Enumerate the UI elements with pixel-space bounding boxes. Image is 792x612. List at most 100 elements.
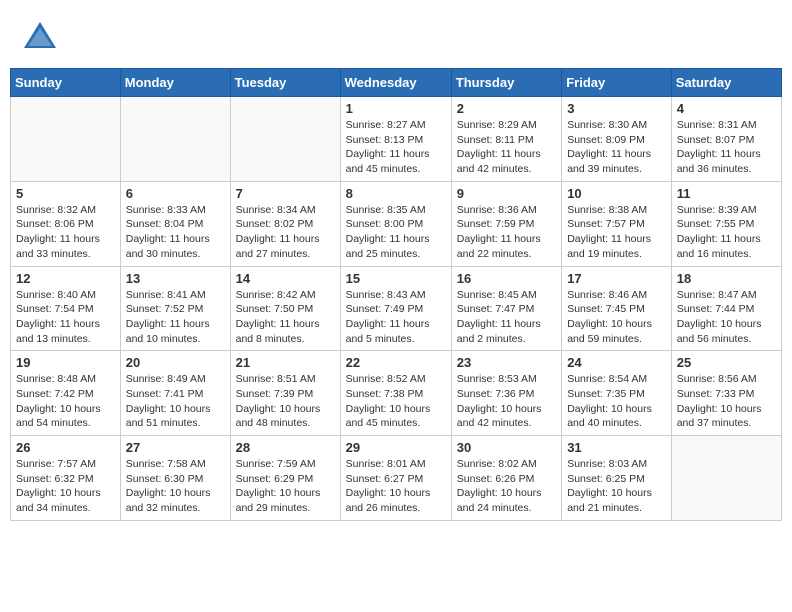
- day-info: Sunrise: 8:49 AMSunset: 7:41 PMDaylight:…: [126, 372, 225, 431]
- weekday-header-monday: Monday: [120, 69, 230, 97]
- day-number: 31: [567, 440, 666, 455]
- calendar-cell: 24Sunrise: 8:54 AMSunset: 7:35 PMDayligh…: [562, 351, 672, 436]
- calendar-cell: 8 Sunrise: 8:35 AMSunset: 8:00 PMDaylight…: [340, 181, 451, 266]
- day-info: Sunrise: 8:35 AMSunset: 8:00 PMDaylight:…: [346, 203, 446, 262]
- day-number: 27: [126, 440, 225, 455]
- day-info: Sunrise: 8:01 AMSunset: 6:27 PMDaylight:…: [346, 457, 446, 516]
- day-info: Sunrise: 8:43 AMSunset: 7:49 PMDaylight:…: [346, 288, 446, 347]
- weekday-header-saturday: Saturday: [671, 69, 781, 97]
- day-info: Sunrise: 8:47 AMSunset: 7:44 PMDaylight:…: [677, 288, 776, 347]
- day-info: Sunrise: 8:56 AMSunset: 7:33 PMDaylight:…: [677, 372, 776, 431]
- day-number: 23: [457, 355, 556, 370]
- day-info: Sunrise: 8:45 AMSunset: 7:47 PMDaylight:…: [457, 288, 556, 347]
- calendar-cell: 23Sunrise: 8:53 AMSunset: 7:36 PMDayligh…: [451, 351, 561, 436]
- calendar-cell: 31 Sunrise: 8:03 AMSunset: 6:25 PMDayligh…: [562, 436, 672, 521]
- day-number: 26: [16, 440, 115, 455]
- day-number: 24: [567, 355, 666, 370]
- day-number: 12: [16, 271, 115, 286]
- day-number: 18: [677, 271, 776, 286]
- day-info: Sunrise: 8:30 AMSunset: 8:09 PMDaylight:…: [567, 118, 666, 177]
- calendar-cell: 3 Sunrise: 8:30 AMSunset: 8:09 PMDaylight…: [562, 97, 672, 182]
- calendar-cell: 1Sunrise: 8:27 AMSunset: 8:13 PMDaylight…: [340, 97, 451, 182]
- calendar-cell: [120, 97, 230, 182]
- day-info: Sunrise: 8:36 AMSunset: 7:59 PMDaylight:…: [457, 203, 556, 262]
- calendar-cell: 27Sunrise: 7:58 AMSunset: 6:30 PMDayligh…: [120, 436, 230, 521]
- day-info: Sunrise: 8:38 AMSunset: 7:57 PMDaylight:…: [567, 203, 666, 262]
- day-number: 14: [236, 271, 335, 286]
- calendar-cell: 5 Sunrise: 8:32 AMSunset: 8:06 PMDaylight…: [11, 181, 121, 266]
- weekday-header-friday: Friday: [562, 69, 672, 97]
- day-number: 7: [236, 186, 335, 201]
- calendar-cell: 4 Sunrise: 8:31 AMSunset: 8:07 PMDaylight…: [671, 97, 781, 182]
- calendar-cell: 25 Sunrise: 8:56 AMSunset: 7:33 PMDayligh…: [671, 351, 781, 436]
- calendar-cell: 18 Sunrise: 8:47 AMSunset: 7:44 PMDayligh…: [671, 266, 781, 351]
- weekday-header-tuesday: Tuesday: [230, 69, 340, 97]
- day-info: Sunrise: 8:51 AMSunset: 7:39 PMDaylight:…: [236, 372, 335, 431]
- calendar-cell: 9 Sunrise: 8:36 AMSunset: 7:59 PMDaylight…: [451, 181, 561, 266]
- day-number: 2: [457, 101, 556, 116]
- day-info: Sunrise: 8:33 AMSunset: 8:04 PMDaylight:…: [126, 203, 225, 262]
- calendar-cell: 14 Sunrise: 8:42 AMSunset: 7:50 PMDayligh…: [230, 266, 340, 351]
- day-info: Sunrise: 8:03 AMSunset: 6:25 PMDaylight:…: [567, 457, 666, 516]
- day-number: 11: [677, 186, 776, 201]
- calendar-table: SundayMondayTuesdayWednesdayThursdayFrid…: [10, 68, 782, 521]
- day-info: Sunrise: 8:32 AMSunset: 8:06 PMDaylight:…: [16, 203, 115, 262]
- calendar-week-1: 5 Sunrise: 8:32 AMSunset: 8:06 PMDaylight…: [11, 181, 782, 266]
- calendar-cell: [230, 97, 340, 182]
- day-number: 30: [457, 440, 556, 455]
- day-info: Sunrise: 7:57 AMSunset: 6:32 PMDaylight:…: [16, 457, 115, 516]
- calendar-cell: 21Sunrise: 8:51 AMSunset: 7:39 PMDayligh…: [230, 351, 340, 436]
- day-number: 28: [236, 440, 335, 455]
- calendar-cell: 29 Sunrise: 8:01 AMSunset: 6:27 PMDayligh…: [340, 436, 451, 521]
- day-info: Sunrise: 8:40 AMSunset: 7:54 PMDaylight:…: [16, 288, 115, 347]
- page: SundayMondayTuesdayWednesdayThursdayFrid…: [0, 0, 792, 612]
- weekday-header-wednesday: Wednesday: [340, 69, 451, 97]
- calendar-week-4: 26 Sunrise: 7:57 AMSunset: 6:32 PMDayligh…: [11, 436, 782, 521]
- calendar-cell: 15Sunrise: 8:43 AMSunset: 7:49 PMDayligh…: [340, 266, 451, 351]
- logo-icon: [20, 18, 60, 58]
- calendar-cell: 7 Sunrise: 8:34 AMSunset: 8:02 PMDaylight…: [230, 181, 340, 266]
- day-number: 10: [567, 186, 666, 201]
- day-info: Sunrise: 8:48 AMSunset: 7:42 PMDaylight:…: [16, 372, 115, 431]
- day-number: 20: [126, 355, 225, 370]
- calendar-cell: 28Sunrise: 7:59 AMSunset: 6:29 PMDayligh…: [230, 436, 340, 521]
- calendar-cell: [11, 97, 121, 182]
- day-number: 16: [457, 271, 556, 286]
- day-number: 25: [677, 355, 776, 370]
- day-number: 4: [677, 101, 776, 116]
- calendar-cell: 19Sunrise: 8:48 AMSunset: 7:42 PMDayligh…: [11, 351, 121, 436]
- calendar-cell: 11 Sunrise: 8:39 AMSunset: 7:55 PMDayligh…: [671, 181, 781, 266]
- day-info: Sunrise: 8:27 AMSunset: 8:13 PMDaylight:…: [346, 118, 446, 177]
- weekday-header-sunday: Sunday: [11, 69, 121, 97]
- calendar-cell: 16 Sunrise: 8:45 AMSunset: 7:47 PMDayligh…: [451, 266, 561, 351]
- calendar-week-2: 12 Sunrise: 8:40 AMSunset: 7:54 PMDayligh…: [11, 266, 782, 351]
- day-info: Sunrise: 8:34 AMSunset: 8:02 PMDaylight:…: [236, 203, 335, 262]
- header: [0, 0, 792, 68]
- calendar-cell: 20 Sunrise: 8:49 AMSunset: 7:41 PMDayligh…: [120, 351, 230, 436]
- logo: [20, 18, 64, 58]
- calendar-week-0: 1Sunrise: 8:27 AMSunset: 8:13 PMDaylight…: [11, 97, 782, 182]
- calendar-cell: 17 Sunrise: 8:46 AMSunset: 7:45 PMDayligh…: [562, 266, 672, 351]
- weekday-header-thursday: Thursday: [451, 69, 561, 97]
- day-number: 8: [346, 186, 446, 201]
- calendar-cell: 13Sunrise: 8:41 AMSunset: 7:52 PMDayligh…: [120, 266, 230, 351]
- calendar-cell: [671, 436, 781, 521]
- day-number: 6: [126, 186, 225, 201]
- day-number: 22: [346, 355, 446, 370]
- day-info: Sunrise: 8:31 AMSunset: 8:07 PMDaylight:…: [677, 118, 776, 177]
- day-number: 9: [457, 186, 556, 201]
- day-number: 3: [567, 101, 666, 116]
- day-info: Sunrise: 8:29 AMSunset: 8:11 PMDaylight:…: [457, 118, 556, 177]
- calendar-cell: 12 Sunrise: 8:40 AMSunset: 7:54 PMDayligh…: [11, 266, 121, 351]
- day-info: Sunrise: 8:52 AMSunset: 7:38 PMDaylight:…: [346, 372, 446, 431]
- weekday-header-row: SundayMondayTuesdayWednesdayThursdayFrid…: [11, 69, 782, 97]
- calendar-cell: 22 Sunrise: 8:52 AMSunset: 7:38 PMDayligh…: [340, 351, 451, 436]
- day-info: Sunrise: 8:46 AMSunset: 7:45 PMDaylight:…: [567, 288, 666, 347]
- day-number: 13: [126, 271, 225, 286]
- day-number: 29: [346, 440, 446, 455]
- day-info: Sunrise: 8:39 AMSunset: 7:55 PMDaylight:…: [677, 203, 776, 262]
- day-number: 5: [16, 186, 115, 201]
- day-number: 17: [567, 271, 666, 286]
- day-info: Sunrise: 8:42 AMSunset: 7:50 PMDaylight:…: [236, 288, 335, 347]
- calendar-cell: 2 Sunrise: 8:29 AMSunset: 8:11 PMDaylight…: [451, 97, 561, 182]
